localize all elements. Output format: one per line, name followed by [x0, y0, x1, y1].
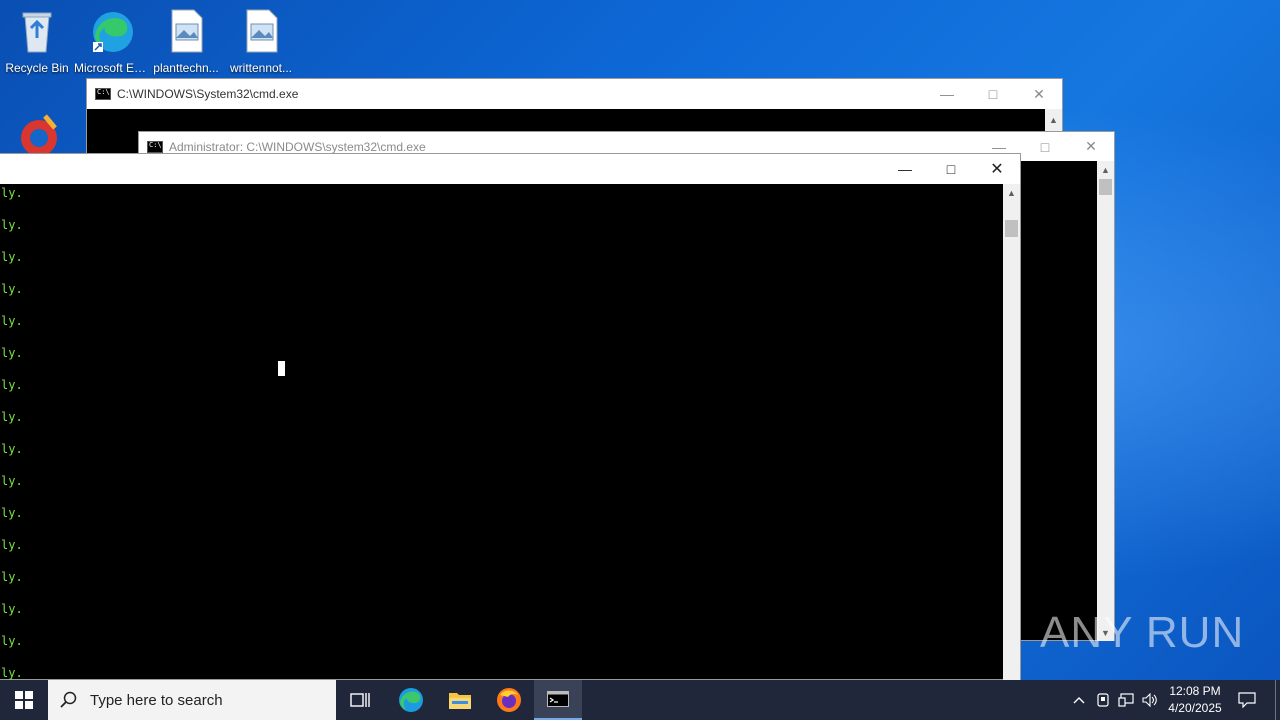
console-line: ly.: [1, 538, 23, 552]
close-button[interactable]: ✕: [1016, 79, 1062, 109]
minimize-button[interactable]: —: [924, 79, 970, 109]
scroll-up-icon[interactable]: ▲: [1045, 111, 1062, 128]
chevron-up-icon: [1073, 697, 1085, 704]
file-explorer-icon: [449, 693, 471, 709]
desktop-icon-recycle-bin[interactable]: Recycle Bin: [0, 8, 74, 75]
console-line: ly.: [1, 602, 23, 616]
window-title: C:\WINDOWS\System32\cmd.exe: [117, 87, 299, 101]
search-placeholder: Type here to search: [90, 691, 223, 709]
recycle-bin-icon: [22, 12, 52, 53]
desktop-icon-label: Microsoft Edge: [74, 61, 148, 75]
tray-app-button[interactable]: [1092, 680, 1114, 720]
ccleaner-icon: [21, 114, 57, 156]
window-titlebar[interactable]: C:\WINDOWS\System32\cmd.exe — □ ✕: [87, 79, 1062, 109]
desktop-icon-planttechn[interactable]: planttechn...: [149, 8, 223, 75]
maximize-button[interactable]: □: [928, 154, 974, 184]
speaker-icon: [1142, 693, 1157, 707]
taskbar-edge-button[interactable]: [387, 680, 435, 720]
desktop-icon-edge[interactable]: Microsoft Edge: [74, 8, 148, 75]
task-view-icon: [350, 693, 370, 707]
search-icon: [60, 691, 77, 708]
firefox-icon: [497, 688, 521, 712]
desktop-icon-label: Recycle Bin: [5, 61, 69, 75]
network-button[interactable]: [1115, 680, 1137, 720]
action-center-button[interactable]: [1232, 680, 1262, 720]
scrollbar-thumb[interactable]: [1099, 179, 1112, 195]
desktop-icon-label: planttechn...: [153, 61, 219, 75]
window-titlebar[interactable]: — □ ✕: [0, 154, 1020, 184]
scroll-up-icon[interactable]: ▲: [1097, 161, 1114, 178]
console-output[interactable]: ly. ly. ly. ly. ly. ly. ly. ly. ly. ly. …: [0, 184, 1005, 681]
image-file-icon: [171, 9, 203, 53]
desktop-icon-writtennot[interactable]: writtennot...: [224, 8, 298, 75]
console-line: ly.: [1, 346, 23, 360]
notification-icon: [1238, 692, 1256, 708]
task-view-button[interactable]: [336, 680, 384, 720]
cmd-icon: [547, 691, 569, 707]
minimize-button[interactable]: —: [882, 154, 928, 184]
taskbar: Type here to search 12:08 PM 4/20/2025: [0, 680, 1280, 720]
console-line: ly.: [1, 218, 23, 232]
show-desktop-button[interactable]: [1275, 680, 1280, 720]
image-file-icon: [246, 9, 278, 53]
scroll-up-icon[interactable]: ▲: [1003, 184, 1020, 201]
cmd-icon: [147, 140, 163, 153]
console-line: ly.: [1, 666, 23, 680]
clock-time: 12:08 PM: [1169, 684, 1221, 698]
console-line: ly.: [1, 442, 23, 456]
console-line: ly.: [1, 186, 23, 200]
console-line: ly.: [1, 314, 23, 328]
show-hidden-icons-button[interactable]: [1068, 680, 1090, 720]
console-line: ly.: [1, 250, 23, 264]
console-line: ly.: [1, 378, 23, 392]
volume-button[interactable]: [1139, 680, 1161, 720]
clock-date: 4/20/2025: [1168, 701, 1222, 715]
console-line: ly.: [1, 506, 23, 520]
taskbar-cmd-button[interactable]: [534, 680, 582, 720]
anyrun-watermark: ANY RUN: [1040, 608, 1245, 657]
console-line: ly.: [1, 570, 23, 584]
taskbar-firefox-button[interactable]: [485, 680, 533, 720]
windows-logo-icon: [15, 691, 33, 709]
text-cursor: [278, 361, 285, 376]
taskbar-clock[interactable]: 12:08 PM 4/20/2025: [1160, 683, 1230, 717]
maximize-button[interactable]: □: [970, 79, 1016, 109]
close-button[interactable]: ✕: [1068, 132, 1114, 161]
taskbar-search-box[interactable]: Type here to search: [48, 680, 336, 720]
edge-icon: [93, 12, 133, 52]
maximize-button[interactable]: □: [1022, 132, 1068, 161]
network-icon: [1118, 693, 1134, 707]
window-title: Administrator: C:\WINDOWS\system32\cmd.e…: [169, 139, 426, 154]
scrollbar[interactable]: ▲: [1003, 184, 1020, 681]
console-line: ly.: [1, 474, 23, 488]
close-button[interactable]: ✕: [974, 154, 1020, 184]
cmd-icon: [95, 88, 111, 100]
scrollbar-thumb[interactable]: [1005, 220, 1018, 237]
taskbar-file-explorer-button[interactable]: [436, 680, 484, 720]
desktop-icon-label: writtennot...: [229, 61, 293, 75]
console-line: ly.: [1, 282, 23, 296]
cmd-window-active[interactable]: — □ ✕ ly. ly. ly. ly. ly. ly. ly. ly. ly…: [0, 153, 1021, 681]
scrollbar[interactable]: ▲ ▼: [1097, 161, 1114, 641]
console-line: ly.: [1, 410, 23, 424]
start-button[interactable]: [0, 680, 48, 720]
tray-device-icon: [1097, 693, 1109, 707]
edge-icon: [399, 688, 423, 712]
console-line: ly.: [1, 634, 23, 648]
